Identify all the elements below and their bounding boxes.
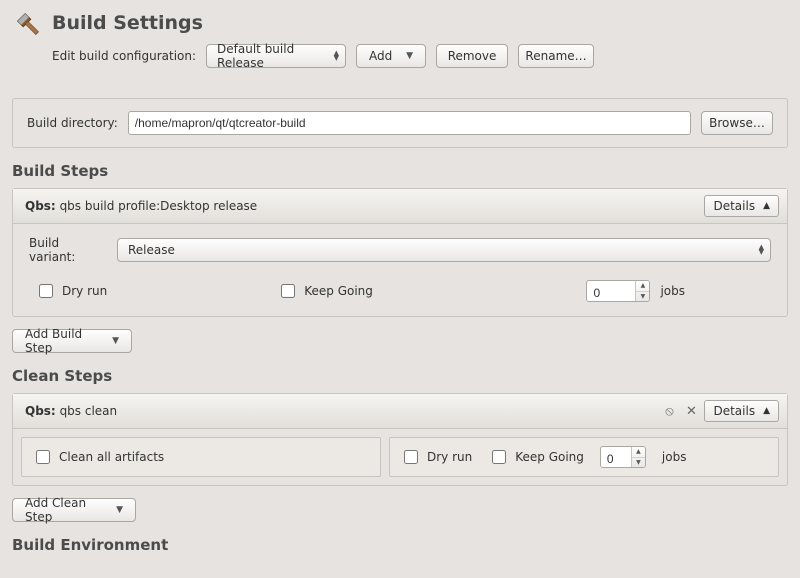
clean-jobs-label: jobs: [662, 450, 687, 464]
clean-all-checkbox[interactable]: Clean all artifacts: [32, 447, 164, 467]
hammer-icon: [12, 8, 42, 38]
caret-down-icon: ▼: [116, 505, 123, 515]
add-build-step-button[interactable]: Add Build Step ▼: [12, 329, 132, 353]
jobs-label: jobs: [660, 284, 685, 298]
chevron-updown-icon: ▲▼: [334, 51, 339, 61]
spin-up-icon[interactable]: ▲: [636, 281, 649, 292]
caret-down-icon: ▼: [112, 336, 119, 346]
add-config-button[interactable]: Add ▼: [356, 44, 426, 68]
build-directory-input[interactable]: [128, 111, 691, 135]
disable-step-icon[interactable]: ⦸: [660, 402, 678, 420]
rename-config-button[interactable]: Rename…: [518, 44, 594, 68]
clean-jobs-spinbox[interactable]: ▲ ▼: [600, 446, 646, 468]
spin-up-icon[interactable]: ▲: [632, 447, 645, 458]
remove-config-button[interactable]: Remove: [436, 44, 508, 68]
spin-down-icon[interactable]: ▼: [632, 458, 645, 468]
clean-steps-heading: Clean Steps: [12, 367, 788, 385]
clean-step-prefix: Qbs:: [25, 404, 56, 418]
build-variant-value: Release: [128, 243, 175, 257]
build-step-header: Qbs: qbs build profile:Desktop release D…: [13, 189, 787, 224]
config-label: Edit build configuration:: [52, 49, 196, 63]
chevron-up-icon: ▲: [763, 406, 770, 416]
clean-all-cell: Clean all artifacts: [21, 437, 381, 477]
build-step-title: qbs build profile:Desktop release: [60, 199, 258, 213]
chevron-up-icon: ▲: [763, 201, 770, 211]
build-steps-heading: Build Steps: [12, 162, 788, 180]
build-config-select[interactable]: Default build Release ▲▼: [206, 44, 346, 68]
clean-step-item: Qbs: qbs clean ⦸ ✕ Details ▲ Clean all a…: [12, 393, 788, 486]
clean-dry-run-checkbox[interactable]: Dry run: [400, 447, 472, 467]
chevron-updown-icon: ▲▼: [759, 245, 764, 255]
add-clean-step-button[interactable]: Add Clean Step ▼: [12, 498, 136, 522]
clean-step-header: Qbs: qbs clean ⦸ ✕ Details ▲: [13, 394, 787, 429]
build-variant-select[interactable]: Release ▲▼: [117, 238, 771, 262]
jobs-input[interactable]: [587, 281, 635, 302]
caret-down-icon: ▼: [406, 51, 413, 61]
browse-button[interactable]: Browse…: [701, 111, 773, 135]
build-step-prefix: Qbs:: [25, 199, 56, 213]
remove-step-icon[interactable]: ✕: [682, 402, 700, 420]
dry-run-checkbox[interactable]: Dry run: [35, 281, 107, 301]
build-directory-label: Build directory:: [27, 116, 118, 130]
clean-step-title: qbs clean: [60, 404, 118, 418]
page-title: Build Settings: [52, 12, 203, 34]
spin-down-icon[interactable]: ▼: [636, 292, 649, 302]
clean-options-cell: Dry run Keep Going ▲ ▼ jobs: [389, 437, 779, 477]
build-config-value: Default build Release: [217, 42, 322, 70]
build-step-item: Qbs: qbs build profile:Desktop release D…: [12, 188, 788, 317]
jobs-spinbox[interactable]: ▲ ▼: [586, 280, 650, 302]
build-step-details-button[interactable]: Details ▲: [704, 195, 779, 217]
build-variant-label: Build variant:: [29, 236, 107, 264]
clean-step-details-button[interactable]: Details ▲: [704, 400, 779, 422]
build-environment-heading: Build Environment: [12, 536, 788, 554]
clean-keep-going-checkbox[interactable]: Keep Going: [488, 447, 584, 467]
keep-going-checkbox[interactable]: Keep Going: [277, 281, 373, 301]
build-directory-group: Build directory: Browse…: [12, 98, 788, 148]
clean-jobs-input[interactable]: [601, 447, 631, 468]
